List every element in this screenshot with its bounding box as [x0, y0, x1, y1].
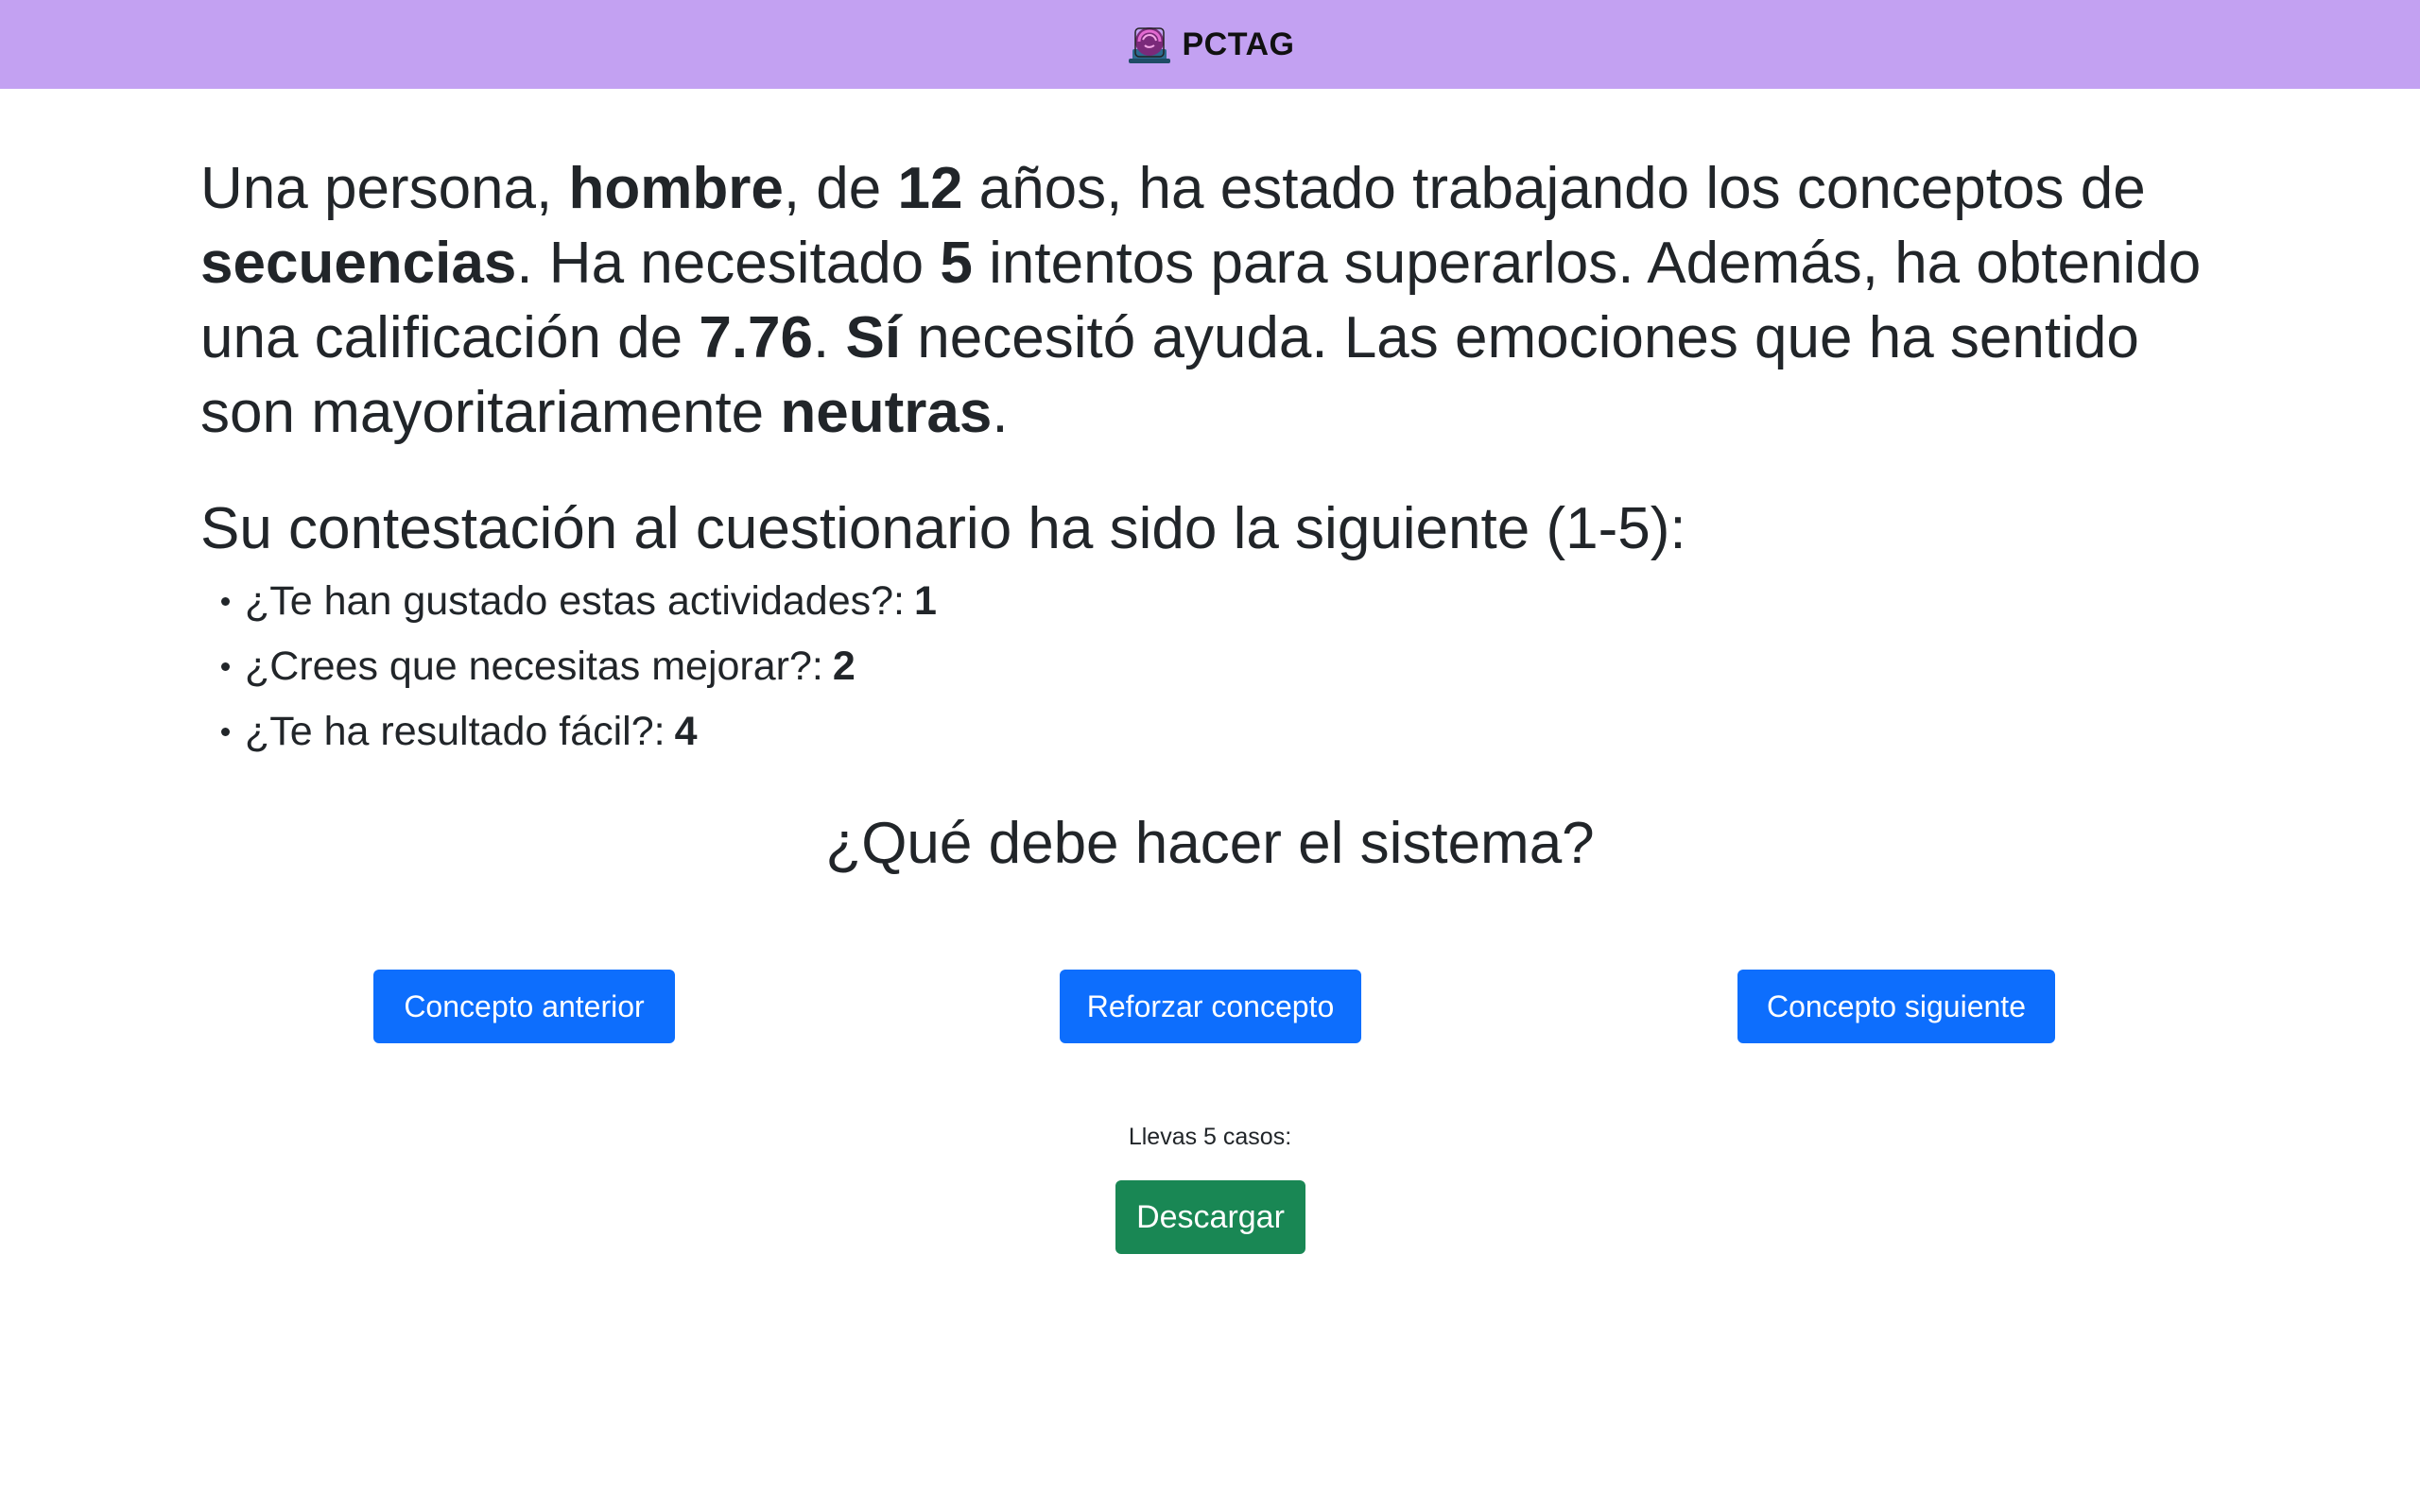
- case-container: Una persona, hombre, de 12 años, ha esta…: [200, 151, 2220, 765]
- answer-value: 2: [832, 644, 856, 689]
- bullet-icon: [221, 728, 230, 736]
- help-value: Sí: [845, 305, 902, 370]
- case-text: .: [813, 305, 846, 370]
- case-text: Una persona,: [200, 156, 569, 221]
- question-text: ¿Te ha resultado fácil?:: [245, 709, 666, 754]
- case-text: . Ha necesitado: [516, 231, 941, 296]
- brain-laptop-logo-icon: [1128, 27, 1170, 63]
- answer-value: 1: [914, 578, 937, 624]
- answer-value: 4: [674, 709, 698, 754]
- emotion-value: neutras: [780, 380, 993, 445]
- top-navbar: PCTAG: [0, 0, 2420, 89]
- reinforce-concept-button[interactable]: Reforzar concepto: [1060, 970, 1361, 1043]
- brand-link[interactable]: PCTAG: [1126, 21, 1295, 68]
- questionnaire-list: ¿Te han gustado estas actividades?: 1 ¿C…: [200, 569, 2220, 765]
- question-text: ¿Crees que necesitas mejorar?:: [245, 644, 823, 689]
- list-item: ¿Te ha resultado fácil?: 4: [221, 699, 2220, 765]
- previous-concept-button[interactable]: Concepto anterior: [373, 970, 675, 1043]
- list-item: ¿Crees que necesitas mejorar?: 2: [221, 634, 2220, 699]
- question-text: ¿Te han gustado estas actividades?:: [245, 578, 905, 624]
- system-question: ¿Qué debe hacer el sistema?: [825, 811, 1595, 876]
- case-text: años, ha estado trabajando los conceptos…: [962, 156, 2146, 221]
- age-value: 12: [897, 156, 963, 221]
- grade-value: 7.76: [699, 305, 814, 370]
- questionnaire-title: Su contestación al cuestionario ha sido …: [200, 496, 1686, 561]
- gender-value: hombre: [568, 156, 784, 221]
- case-text: , de: [783, 156, 898, 221]
- case-description: Una persona, hombre, de 12 años, ha esta…: [200, 151, 2220, 450]
- next-concept-button[interactable]: Concepto siguiente: [1737, 970, 2055, 1043]
- brand-name: PCTAG: [1182, 26, 1295, 62]
- download-button[interactable]: Descargar: [1115, 1180, 1305, 1254]
- case-text: .: [992, 380, 1009, 445]
- attempts-value: 5: [940, 231, 973, 296]
- case-counter: Llevas 5 casos:: [1128, 1124, 1292, 1150]
- concept-value: secuencias: [200, 231, 517, 296]
- bullet-icon: [221, 662, 230, 671]
- bullet-icon: [221, 597, 230, 606]
- list-item: ¿Te han gustado estas actividades?: 1: [221, 569, 2220, 634]
